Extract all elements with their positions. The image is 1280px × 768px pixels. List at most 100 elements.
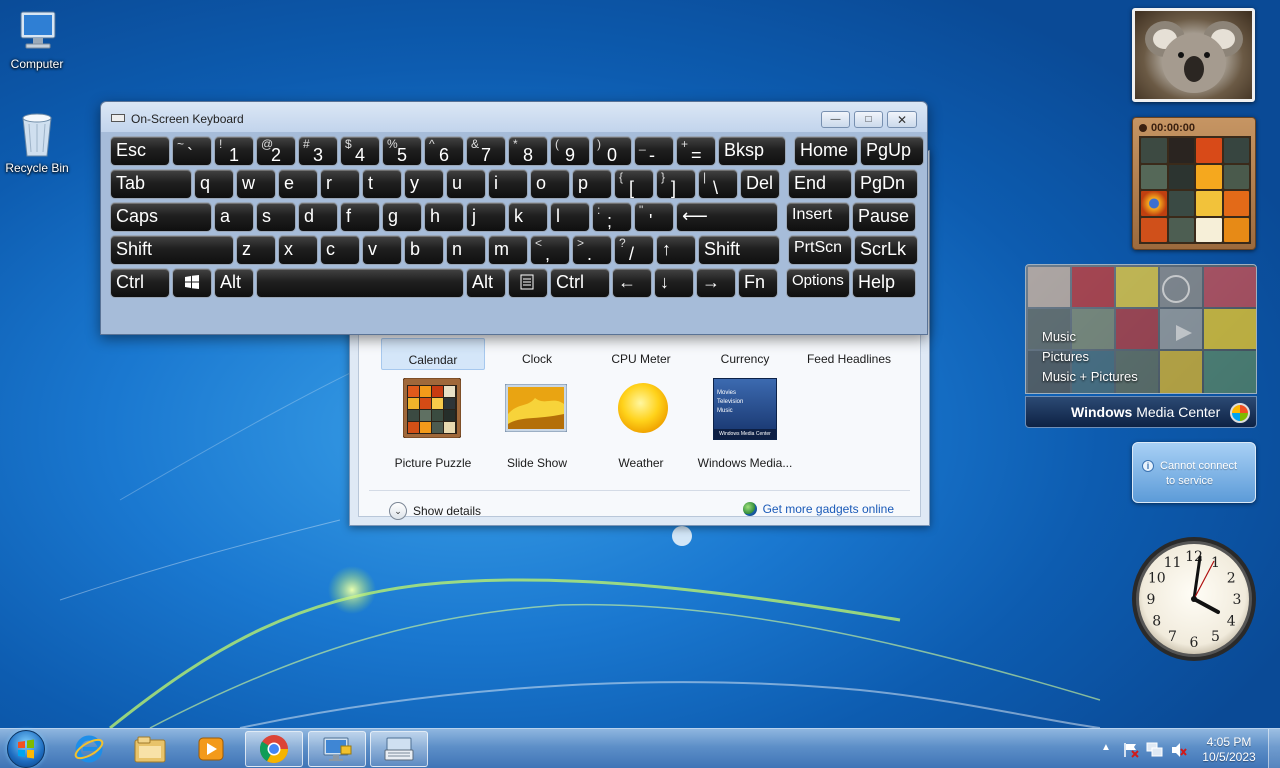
picture-puzzle-thumbnail[interactable] bbox=[403, 378, 461, 438]
gadget-currency[interactable]: Currency bbox=[693, 352, 797, 366]
windows-media-center-gadget[interactable]: Music Pictures Music + Pictures Windows … bbox=[1025, 264, 1257, 429]
key-symbol[interactable]: <, bbox=[530, 235, 570, 265]
feed-headlines-gadget[interactable]: i Cannot connect to service bbox=[1132, 442, 1256, 503]
key-a[interactable]: a bbox=[214, 202, 254, 232]
key-symbol[interactable]: ← bbox=[612, 268, 652, 298]
key-p[interactable]: p bbox=[572, 169, 612, 199]
key-del[interactable]: Del bbox=[740, 169, 780, 199]
key-i[interactable]: i bbox=[488, 169, 528, 199]
slide-show-thumbnail[interactable] bbox=[505, 384, 567, 432]
key-l[interactable]: l bbox=[550, 202, 590, 232]
network-icon[interactable] bbox=[1146, 741, 1164, 759]
key-symbol[interactable]: }] bbox=[656, 169, 696, 199]
key-b[interactable]: b bbox=[404, 235, 444, 265]
key-r[interactable]: r bbox=[320, 169, 360, 199]
gadget-calendar[interactable]: Calendar bbox=[381, 338, 485, 370]
gadget-feed-headlines[interactable]: Feed Headlines bbox=[797, 352, 901, 366]
key-4[interactable]: $4 bbox=[340, 136, 380, 166]
key-space[interactable] bbox=[256, 268, 464, 298]
picture-puzzle-gadget[interactable]: 00:00:00 bbox=[1132, 117, 1256, 250]
key-symbol[interactable]: ⟵ bbox=[676, 202, 778, 232]
taskbar-on-screen-keyboard[interactable] bbox=[370, 731, 428, 767]
key-9[interactable]: (9 bbox=[550, 136, 590, 166]
key-symbol[interactable]: ~ ` bbox=[172, 136, 212, 166]
key-pause[interactable]: Pause bbox=[852, 202, 916, 232]
desktop-icon-computer[interactable]: Computer bbox=[0, 10, 74, 71]
wmc-title-bar[interactable]: Windows Media Center bbox=[1025, 396, 1257, 428]
key-y[interactable]: y bbox=[404, 169, 444, 199]
key-q[interactable]: q bbox=[194, 169, 234, 199]
key-symbol[interactable]: ? / bbox=[614, 235, 654, 265]
key-symbol[interactable]: {[ bbox=[614, 169, 654, 199]
key-insert[interactable]: Insert bbox=[786, 202, 850, 232]
key-help[interactable]: Help bbox=[852, 268, 916, 298]
key-prtscn[interactable]: PrtScn bbox=[788, 235, 852, 265]
clock-gadget[interactable]: 12 1234567891011 bbox=[1130, 535, 1258, 663]
key-symbol[interactable]: | \ bbox=[698, 169, 738, 199]
key-7[interactable]: & 7 bbox=[466, 136, 506, 166]
key-options[interactable]: Options bbox=[786, 268, 850, 298]
key-bksp[interactable]: Bksp bbox=[718, 136, 786, 166]
start-button[interactable] bbox=[7, 730, 45, 768]
wmc-menu-pictures[interactable]: Pictures bbox=[1042, 347, 1138, 367]
volume-muted-icon[interactable] bbox=[1170, 741, 1188, 759]
key-tab[interactable]: Tab bbox=[110, 169, 192, 199]
key-ctrl[interactable]: Ctrl bbox=[550, 268, 610, 298]
key-j[interactable]: j bbox=[466, 202, 506, 232]
key-symbol[interactable]: ↑ bbox=[656, 235, 696, 265]
gadget-clock[interactable]: Clock bbox=[485, 352, 589, 366]
key-g[interactable]: g bbox=[382, 202, 422, 232]
key-pgdn[interactable]: PgDn bbox=[854, 169, 918, 199]
taskbar-remote-desktop[interactable] bbox=[308, 731, 366, 767]
key-ctrl[interactable]: Ctrl bbox=[110, 268, 170, 298]
key-symbol[interactable]: + = bbox=[676, 136, 716, 166]
key-symbol[interactable]: → bbox=[696, 268, 736, 298]
key-e[interactable]: e bbox=[278, 169, 318, 199]
taskbar-media-player[interactable] bbox=[182, 731, 240, 767]
slideshow-gadget[interactable] bbox=[1132, 8, 1255, 102]
tray-expand-icon[interactable]: ▲ bbox=[1101, 742, 1111, 753]
close-button[interactable]: ✕ bbox=[887, 111, 917, 128]
gadget-picture-puzzle[interactable]: Picture Puzzle bbox=[381, 456, 485, 470]
key-6[interactable]: ^ 6 bbox=[424, 136, 464, 166]
gadget-slide-show[interactable]: Slide Show bbox=[485, 456, 589, 470]
key-end[interactable]: End bbox=[788, 169, 852, 199]
key-d[interactable]: d bbox=[298, 202, 338, 232]
get-more-gadgets-link[interactable]: Get more gadgets online bbox=[742, 502, 894, 516]
taskbar-chrome[interactable] bbox=[245, 731, 303, 767]
taskbar-internet-explorer[interactable] bbox=[60, 731, 118, 767]
key-symbol[interactable]: ↓ bbox=[654, 268, 694, 298]
key-3[interactable]: #3 bbox=[298, 136, 338, 166]
gadget-weather[interactable]: Weather bbox=[589, 456, 693, 470]
key-symbol[interactable]: :; bbox=[592, 202, 632, 232]
key-alt[interactable]: Alt bbox=[214, 268, 254, 298]
key-windows-logo-icon[interactable] bbox=[172, 268, 212, 298]
key-u[interactable]: u bbox=[446, 169, 486, 199]
key-c[interactable]: c bbox=[320, 235, 360, 265]
weather-sun-thumbnail[interactable] bbox=[615, 380, 671, 436]
key-h[interactable]: h bbox=[424, 202, 464, 232]
key-0[interactable]: ) 0 bbox=[592, 136, 632, 166]
puzzle-grid[interactable] bbox=[1139, 136, 1251, 244]
key-s[interactable]: s bbox=[256, 202, 296, 232]
wmc-menu-music-pictures[interactable]: Music + Pictures bbox=[1042, 367, 1138, 387]
key-symbol[interactable]: _ - bbox=[634, 136, 674, 166]
key-shift[interactable]: Shift bbox=[110, 235, 234, 265]
show-desktop-button[interactable] bbox=[1268, 729, 1280, 768]
gadget-cpu-meter[interactable]: CPU Meter bbox=[589, 352, 693, 366]
key-caps[interactable]: Caps bbox=[110, 202, 212, 232]
key-fn[interactable]: Fn bbox=[738, 268, 778, 298]
show-details-button[interactable]: ⌄ Show details bbox=[389, 502, 481, 520]
key-f[interactable]: f bbox=[340, 202, 380, 232]
key-2[interactable]: @2 bbox=[256, 136, 296, 166]
osk-title-bar[interactable]: On-Screen Keyboard — □ ✕ bbox=[101, 102, 927, 132]
key-symbol[interactable]: " ' bbox=[634, 202, 674, 232]
key-pgup[interactable]: PgUp bbox=[860, 136, 924, 166]
key-home[interactable]: Home bbox=[794, 136, 858, 166]
system-clock[interactable]: 4:05 PM 10/5/2023 bbox=[1198, 735, 1260, 765]
key-t[interactable]: t bbox=[362, 169, 402, 199]
key-x[interactable]: x bbox=[278, 235, 318, 265]
desktop-icon-recycle-bin[interactable]: Recycle Bin bbox=[0, 110, 74, 175]
key-w[interactable]: w bbox=[236, 169, 276, 199]
key-1[interactable]: ! 1 bbox=[214, 136, 254, 166]
